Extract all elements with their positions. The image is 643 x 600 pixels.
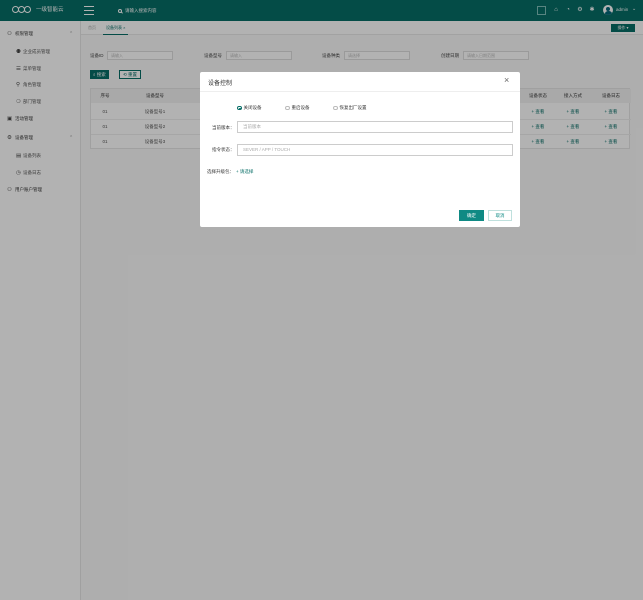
command-input[interactable]: SEVER / APP / TOUCH [237, 144, 513, 156]
radio-shutdown[interactable]: 关闭设备 [237, 105, 262, 111]
version-input[interactable]: 当前版本 [237, 121, 513, 133]
radio-restart[interactable]: 重启设备 [285, 105, 310, 111]
dialog-divider [200, 91, 520, 92]
dialog-title: 设备控制 [208, 81, 233, 87]
version-label: 当前版本： [212, 125, 235, 130]
command-label: 指令状态： [212, 147, 235, 152]
radio-dot-icon [285, 105, 290, 111]
choose-package-link[interactable]: + 请选择 [236, 169, 253, 175]
radio-label: 关闭设备 [243, 105, 262, 110]
radio-label: 恢复出厂设置 [339, 105, 367, 110]
close-icon[interactable]: × [504, 76, 509, 85]
radio-label: 重启设备 [291, 105, 310, 110]
radio-factory-reset[interactable]: 恢复出厂设置 [333, 105, 367, 111]
cancel-button[interactable]: 取消 [488, 210, 512, 221]
radio-dot-icon [237, 105, 242, 111]
confirm-button[interactable]: 确定 [459, 210, 484, 221]
device-control-dialog: 设备控制 × 关闭设备 重启设备 恢复出厂设置 当前版本： 当前版本 指令状态：… [200, 72, 520, 227]
upgrade-label: 选择升级包： [207, 169, 234, 174]
radio-dot-icon [333, 105, 338, 111]
